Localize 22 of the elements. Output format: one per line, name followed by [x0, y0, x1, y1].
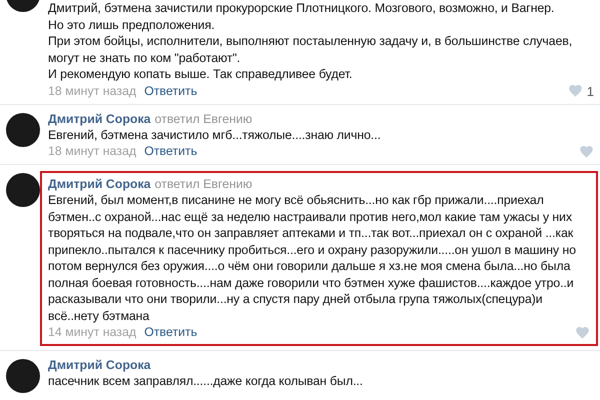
reply-link[interactable]: Ответить — [144, 143, 198, 160]
avatar-placeholder[interactable] — [6, 173, 40, 207]
comment-text: При этом бойцы, исполнители, выполняют постаыленную задачу и, в большинстве случаев, могут не знать по ком "работают". — [48, 33, 574, 66]
replied-to-text: ответил Евгению — [154, 110, 252, 126]
comment-text: пасечник всем заправлял......даже когда колыван был... — [48, 373, 364, 390]
comment-time: 14 минут назад — [48, 324, 136, 341]
comment-text: Евгений, бэтмена зачистило мгб...тяжолые....знаю лично... — [48, 126, 382, 143]
comment-text: Евгений, был момент,в писанине не могу всё обьяснить...но как гбр прижали....приехал бэтмен..с охраной...нас ещё за неделю настраивали против него,мол какие там ужасы у них творяться на подвале,что он заправляет аптеками и тп...так вот...приехал он с охраной ...как припекло..пытался к пасечнику пробиться...его и охрану разоружили.....он ушол в машину но потом вернулся без оружия....о чём они говорили дальше я хз.не моя смена была...но была полная боевая готовность....нам даже говорили что бэтмен хуже фашистов....каждое утро..и расказывали что они творили...ну а спустя пару дней отбыла група тяжолых(спецура)и всё..нету бэтмана — [48, 192, 577, 324]
author-link[interactable]: Дмитрий Сорока — [48, 176, 151, 192]
comment-text: И рекомендую копать выше. Так справедливее будет. — [48, 66, 354, 82]
reply-link[interactable]: Ответить — [144, 324, 198, 341]
comment-text: Дмитрий, бэтмена зачистили прокурорские Плотницкого. Мозгового, возможно, и Вагнер. — [48, 0, 556, 16]
comment-time: 18 минут назад — [48, 82, 136, 100]
avatar-placeholder[interactable] — [6, 112, 40, 146]
author-link[interactable]: Дмитрий Сорока — [48, 110, 151, 126]
reply-link[interactable]: Ответить — [144, 82, 198, 100]
like-count: 1 — [586, 82, 594, 100]
replied-to-text: ответил Евгению — [154, 176, 252, 192]
comment-text: Но это лишь предположения. — [48, 16, 216, 33]
author-link[interactable]: Дмитрий Сорока — [48, 357, 151, 373]
comment-time: 18 минут назад — [48, 143, 136, 160]
avatar-placeholder[interactable] — [6, 359, 40, 393]
